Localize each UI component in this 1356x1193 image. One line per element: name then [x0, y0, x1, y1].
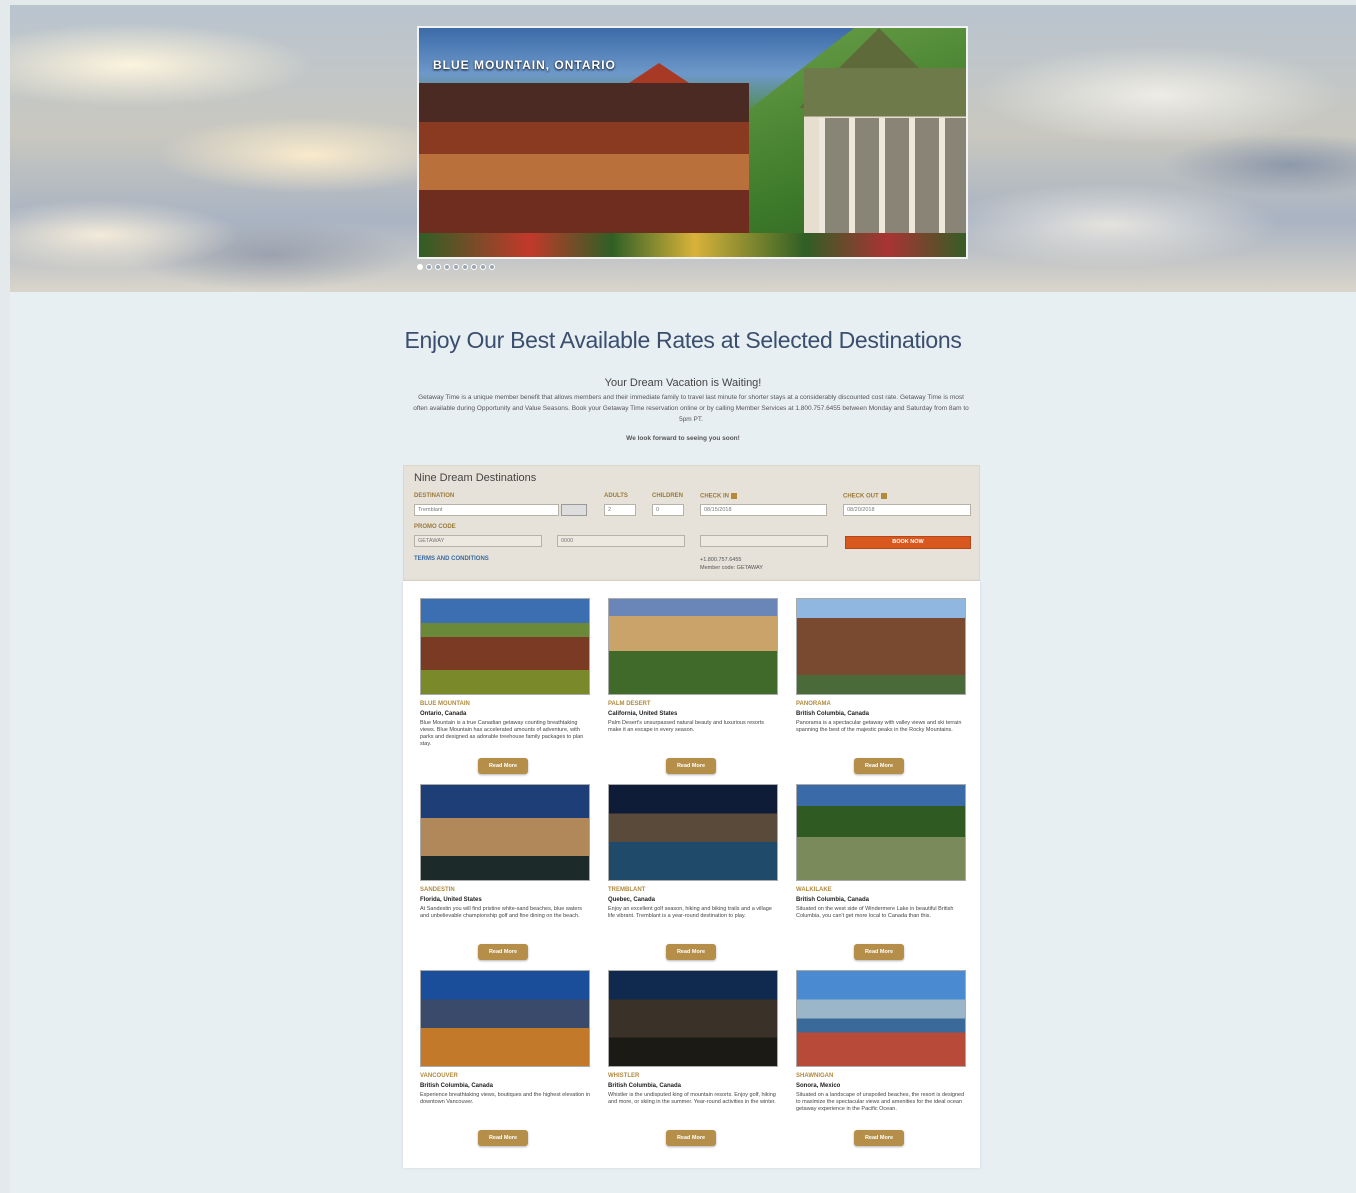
- slider-dot[interactable]: [426, 264, 432, 270]
- destination-description: Whistler is the undisputed king of mount…: [608, 1092, 776, 1105]
- children-label: CHILDREN: [652, 493, 683, 499]
- destination-image[interactable]: [420, 598, 590, 695]
- read-more-button[interactable]: Read More: [478, 758, 528, 774]
- destination-card: BLUE MOUNTAIN Ontario, Canada Blue Mount…: [420, 598, 590, 778]
- intro-signoff: We look forward to seeing you soon!: [626, 435, 740, 442]
- destination-name[interactable]: WALKILAKE: [796, 887, 966, 893]
- destination-location: Ontario, Canada: [420, 711, 467, 717]
- destination-name[interactable]: WHISTLER: [608, 1073, 778, 1079]
- read-more-button[interactable]: Read More: [478, 1130, 528, 1146]
- destination-card: SHAWNIGAN Sonora, Mexico Situated on a l…: [796, 970, 966, 1150]
- slider-dot[interactable]: [444, 264, 450, 270]
- destination-location: California, United States: [608, 711, 678, 717]
- slider-dot[interactable]: [480, 264, 486, 270]
- secondary-code-field[interactable]: 0000: [557, 535, 685, 547]
- destination-location: British Columbia, Canada: [608, 1083, 682, 1089]
- destination-card: TREMBLANT Quebec, Canada Enjoy an excell…: [608, 784, 778, 964]
- slider-dot[interactable]: [417, 264, 423, 270]
- page: BLUE MOUNTAIN, ONTARIO Enjoy Our Best Av…: [10, 5, 1356, 1193]
- checkin-label-text: CHECK IN: [700, 493, 730, 500]
- promo-code-label: PROMO CODE: [414, 524, 456, 530]
- destination-location: Florida, United States: [420, 897, 482, 903]
- read-more-button[interactable]: Read More: [666, 758, 716, 774]
- children-field[interactable]: 0: [652, 504, 684, 516]
- destination-description: Palm Desert's unsurpassed natural beauty…: [608, 720, 765, 733]
- destination-image[interactable]: [796, 598, 966, 695]
- read-more-button[interactable]: Read More: [854, 1130, 904, 1146]
- destination-name[interactable]: SHAWNIGAN: [796, 1073, 966, 1079]
- checkin-field[interactable]: 08/15/2018: [700, 504, 827, 516]
- destination-card: WHISTLER British Columbia, Canada Whistl…: [608, 970, 778, 1150]
- slider-dots: [417, 264, 495, 270]
- slider-dot[interactable]: [435, 264, 441, 270]
- destination-description: Panorama is a spectacular getaway with v…: [796, 720, 962, 733]
- destination-description: Blue Mountain is a true Canadian getaway…: [420, 720, 584, 747]
- adults-field[interactable]: 2: [604, 504, 636, 516]
- destination-description: Enjoy an excellent golf season, hiking a…: [608, 906, 772, 919]
- read-more-button[interactable]: Read More: [666, 1130, 716, 1146]
- destination-card: PANORAMA British Columbia, Canada Panora…: [796, 598, 966, 778]
- destination-description: Experience breathtaking views, boutiques…: [420, 1092, 590, 1105]
- destination-description: Situated on the west side of Windermere …: [796, 906, 954, 919]
- destination-location: Quebec, Canada: [608, 897, 656, 903]
- adults-label: ADULTS: [604, 493, 628, 499]
- destination-card: SANDESTIN Florida, United States At Sand…: [420, 784, 590, 964]
- intro-subheading: Your Dream Vacation is Waiting!: [604, 377, 762, 389]
- destination-description: Situated on a landscape of unspoiled bea…: [796, 1092, 965, 1112]
- destination-field[interactable]: Tremblant: [414, 504, 559, 516]
- destination-image[interactable]: [420, 784, 590, 881]
- destination-card: WALKILAKE British Columbia, Canada Situa…: [796, 784, 966, 964]
- read-more-button[interactable]: Read More: [666, 944, 716, 960]
- checkout-field[interactable]: 08/20/2018: [843, 504, 971, 516]
- checkout-label-text: CHECK OUT: [843, 493, 879, 500]
- read-more-button[interactable]: Read More: [854, 944, 904, 960]
- book-now-button[interactable]: BOOK NOW: [845, 536, 971, 549]
- destination-name[interactable]: PALM DESERT: [608, 701, 778, 707]
- destination-name[interactable]: VANCOUVER: [420, 1073, 590, 1079]
- destination-label: DESTINATION: [414, 493, 455, 499]
- slide-caption: BLUE MOUNTAIN, ONTARIO: [433, 58, 616, 72]
- terms-link[interactable]: TERMS AND CONDITIONS: [414, 556, 489, 562]
- destination-card: VANCOUVER British Columbia, Canada Exper…: [420, 970, 590, 1150]
- slider-dot[interactable]: [462, 264, 468, 270]
- booking-title: Nine Dream Destinations: [414, 472, 537, 484]
- promo-code-field[interactable]: GETAWAY: [414, 535, 542, 547]
- destination-image[interactable]: [608, 598, 778, 695]
- read-more-button[interactable]: Read More: [478, 944, 528, 960]
- hero-slide-image[interactable]: BLUE MOUNTAIN, ONTARIO: [417, 26, 968, 259]
- hero-banner: BLUE MOUNTAIN, ONTARIO: [10, 5, 1356, 292]
- destination-location: British Columbia, Canada: [796, 897, 870, 903]
- booking-widget: Nine Dream Destinations DESTINATION Trem…: [403, 465, 980, 581]
- calendar-icon[interactable]: [880, 493, 887, 499]
- checkout-label: CHECK OUT: [843, 493, 887, 500]
- calendar-icon[interactable]: [731, 493, 738, 499]
- destination-description: At Sandestin you will find pristine whit…: [420, 906, 583, 919]
- destination-name[interactable]: PANORAMA: [796, 701, 966, 707]
- destination-location: British Columbia, Canada: [420, 1083, 494, 1089]
- destination-card: PALM DESERT California, United States Pa…: [608, 598, 778, 778]
- destination-image[interactable]: [796, 784, 966, 881]
- destinations-grid: BLUE MOUNTAIN Ontario, Canada Blue Mount…: [403, 581, 980, 1168]
- intro-text: Getaway Time is a unique member benefit …: [413, 394, 969, 423]
- slider-dot[interactable]: [489, 264, 495, 270]
- slider-dot[interactable]: [453, 264, 459, 270]
- destination-image[interactable]: [608, 970, 778, 1067]
- destination-name[interactable]: SANDESTIN: [420, 887, 590, 893]
- destination-image[interactable]: [608, 784, 778, 881]
- checkin-label: CHECK IN: [700, 493, 738, 500]
- read-more-button[interactable]: Read More: [854, 758, 904, 774]
- destination-name[interactable]: TREMBLANT: [608, 887, 778, 893]
- destination-dropdown-button[interactable]: [561, 504, 587, 516]
- slider-dot[interactable]: [471, 264, 477, 270]
- destination-image[interactable]: [420, 970, 590, 1067]
- destination-image[interactable]: [796, 970, 966, 1067]
- destination-name[interactable]: BLUE MOUNTAIN: [420, 701, 590, 707]
- extra-field[interactable]: [700, 535, 828, 547]
- member-services-phone: +1.800.757.6455: [700, 557, 742, 563]
- slide-garden: [419, 233, 966, 257]
- member-code: Member code: GETAWAY: [700, 565, 763, 571]
- destination-location: Sonora, Mexico: [796, 1083, 841, 1089]
- page-title: Enjoy Our Best Available Rates at Select…: [404, 327, 962, 353]
- destination-location: British Columbia, Canada: [796, 711, 870, 717]
